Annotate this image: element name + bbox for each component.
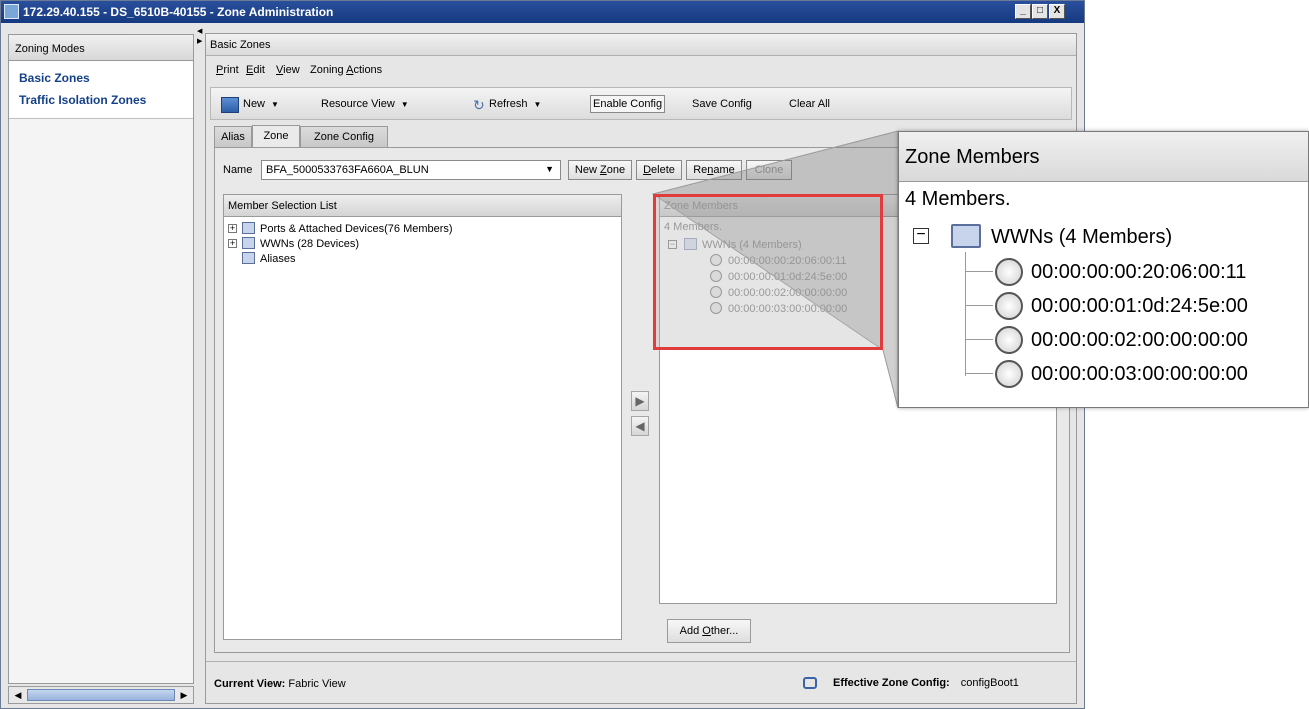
tree-label-wwns: WWNs (28 Devices) bbox=[260, 238, 360, 250]
status-bar: Current View: Fabric View Effective Zone… bbox=[206, 661, 1076, 703]
zone-members-highlight bbox=[653, 194, 883, 350]
tab-zone[interactable]: Zone bbox=[252, 125, 300, 148]
zoning-modes-list: Basic Zones Traffic Isolation Zones bbox=[9, 61, 193, 119]
expand-icon[interactable]: + bbox=[228, 224, 237, 233]
zone-name-label: Name bbox=[223, 164, 253, 176]
new-dropdown-icon[interactable]: ▼ bbox=[271, 100, 279, 109]
menu-edit[interactable]: Edit bbox=[246, 64, 265, 76]
collapse-left-arrow-icon[interactable]: ◀ bbox=[197, 28, 202, 35]
panel-splitter[interactable]: ◀ ▶ bbox=[196, 24, 204, 708]
enable-config-button[interactable]: Enable Config bbox=[590, 95, 666, 113]
zoom-member-wwn: 00:00:00:02:00:00:00:00 bbox=[1031, 329, 1248, 351]
remove-member-arrow-icon[interactable]: ◀ bbox=[631, 416, 649, 436]
chevron-down-icon[interactable]: ▼ bbox=[545, 164, 554, 174]
effective-zone-label: Effective Zone Config: bbox=[833, 677, 950, 689]
new-zone-button[interactable]: New Zone bbox=[568, 160, 632, 180]
refresh-label: Refresh bbox=[489, 98, 528, 110]
zoom-count: 4 Members. bbox=[905, 188, 1011, 210]
resource-view-button[interactable]: Resource View ▼ bbox=[321, 95, 409, 113]
expand-right-arrow-icon[interactable]: ▶ bbox=[197, 38, 202, 45]
zoom-wwn-folder-icon bbox=[951, 224, 981, 248]
zoom-member-row: 00:00:00:02:00:00:00:00 bbox=[899, 326, 1299, 354]
menu-print[interactable]: Print bbox=[216, 64, 239, 76]
refresh-dropdown-icon[interactable]: ▼ bbox=[534, 100, 542, 109]
zoning-modes-header: Zoning Modes bbox=[9, 35, 193, 61]
zoom-wwn-device-icon bbox=[995, 292, 1023, 320]
expand-icon[interactable]: + bbox=[228, 239, 237, 248]
member-selection-header: Member Selection List bbox=[224, 195, 621, 217]
delete-button[interactable]: Delete bbox=[636, 160, 682, 180]
zoom-header: Zone Members bbox=[899, 132, 1308, 182]
zoom-member-wwn: 00:00:00:00:20:06:00:11 bbox=[1031, 261, 1247, 283]
zoom-group-label: WWNs (4 Members) bbox=[991, 226, 1173, 248]
refresh-button[interactable]: Refresh ▼ bbox=[489, 95, 541, 113]
effective-zone-value: configBoot1 bbox=[960, 677, 1019, 689]
zoom-wwn-device-icon bbox=[995, 258, 1023, 286]
menu-zoning-actions[interactable]: Zoning Actions bbox=[310, 64, 382, 76]
clear-all-button[interactable]: Clear All bbox=[789, 95, 830, 113]
basic-zones-header: Basic Zones bbox=[206, 34, 1076, 56]
tab-alias[interactable]: Alias bbox=[214, 126, 252, 147]
zoom-wwn-device-icon bbox=[995, 326, 1023, 354]
add-member-arrow-icon[interactable]: ▶ bbox=[631, 391, 649, 411]
menu-bar: Print Edit View Zoning Actions bbox=[206, 60, 1076, 82]
close-button[interactable]: X bbox=[1049, 4, 1065, 19]
zoom-group-row: − WWNs (4 Members) bbox=[899, 224, 1299, 250]
rename-button[interactable]: Rename bbox=[686, 160, 742, 180]
tree-item-wwns[interactable]: + WWNs (28 Devices) bbox=[224, 236, 621, 251]
mode-traffic-isolation-zones[interactable]: Traffic Isolation Zones bbox=[9, 91, 193, 113]
zone-name-combo[interactable]: BFA_5000533763FA660A_BLUN ▼ bbox=[261, 160, 561, 180]
zoom-tree-branch bbox=[965, 271, 993, 272]
zoom-tree-branch bbox=[965, 339, 993, 340]
zoom-member-row: 00:00:00:01:0d:24:5e:00 bbox=[899, 292, 1299, 320]
save-config-button[interactable]: Save Config bbox=[692, 95, 752, 113]
current-view-status: Current View: Fabric View bbox=[214, 678, 346, 690]
title-bar: 172.29.40.155 - DS_6510B-40155 - Zone Ad… bbox=[1, 1, 1084, 23]
alias-folder-icon bbox=[242, 252, 255, 264]
new-icon bbox=[221, 97, 239, 113]
zoom-member-wwn: 00:00:00:01:0d:24:5e:00 bbox=[1031, 295, 1248, 317]
effective-zone-status: Effective Zone Config: configBoot1 bbox=[803, 677, 1019, 689]
scroll-thumb[interactable] bbox=[27, 689, 175, 701]
refresh-icon: ↻ bbox=[473, 97, 485, 113]
zoom-member-wwn: 00:00:00:03:00:00:00:00 bbox=[1031, 363, 1248, 385]
maximize-button[interactable]: □ bbox=[1032, 4, 1048, 19]
new-button[interactable]: New ▼ bbox=[243, 95, 279, 113]
current-view-value: Fabric View bbox=[288, 678, 346, 690]
zone-name-value: BFA_5000533763FA660A_BLUN bbox=[266, 164, 429, 176]
scroll-right-arrow-icon[interactable]: ▶ bbox=[177, 689, 191, 701]
resource-view-label: Resource View bbox=[321, 98, 395, 110]
current-view-label: Current View: bbox=[214, 678, 286, 690]
tab-zone-config[interactable]: Zone Config bbox=[300, 126, 388, 147]
tree-label-ports: Ports & Attached Devices(76 Members) bbox=[260, 223, 453, 235]
clone-button[interactable]: Clone bbox=[746, 160, 792, 180]
zone-members-zoom-callout: Zone Members 4 Members. − WWNs (4 Member… bbox=[898, 131, 1309, 408]
window-title: 172.29.40.155 - DS_6510B-40155 - Zone Ad… bbox=[23, 5, 334, 19]
zoom-member-row: 00:00:00:00:20:06:00:11 bbox=[899, 258, 1299, 286]
zoom-tree-branch bbox=[965, 305, 993, 306]
app-icon bbox=[4, 4, 19, 19]
zoom-wwn-device-icon bbox=[995, 360, 1023, 388]
zoom-collapse-icon: − bbox=[913, 227, 929, 244]
zoom-tree-branch bbox=[965, 373, 993, 374]
switch-port-icon bbox=[242, 222, 255, 234]
add-other-button[interactable]: Add Other... bbox=[667, 619, 751, 643]
member-selection-list: Member Selection List + Ports & Attached… bbox=[223, 194, 622, 640]
tree-item-ports[interactable]: + Ports & Attached Devices(76 Members) bbox=[224, 221, 621, 236]
printer-icon[interactable] bbox=[803, 677, 817, 689]
zoom-member-row: 00:00:00:03:00:00:00:00 bbox=[899, 360, 1299, 388]
zoning-modes-panel: Zoning Modes Basic Zones Traffic Isolati… bbox=[8, 34, 194, 684]
resource-view-dropdown-icon[interactable]: ▼ bbox=[401, 100, 409, 109]
wwn-folder-icon bbox=[242, 237, 255, 249]
tree-item-aliases[interactable]: Aliases bbox=[224, 251, 621, 266]
scroll-left-arrow-icon[interactable]: ◀ bbox=[11, 689, 25, 701]
new-label: New bbox=[243, 98, 266, 110]
toolbar: New ▼ Resource View ▼ ↻ Refresh ▼ Enable Co… bbox=[210, 87, 1072, 120]
mode-basic-zones[interactable]: Basic Zones bbox=[9, 69, 193, 91]
minimize-button[interactable]: _ bbox=[1015, 4, 1031, 19]
menu-view[interactable]: View bbox=[276, 64, 300, 76]
tree-label-aliases: Aliases bbox=[260, 253, 296, 265]
left-horizontal-scrollbar[interactable]: ◀ ▶ bbox=[8, 686, 194, 704]
